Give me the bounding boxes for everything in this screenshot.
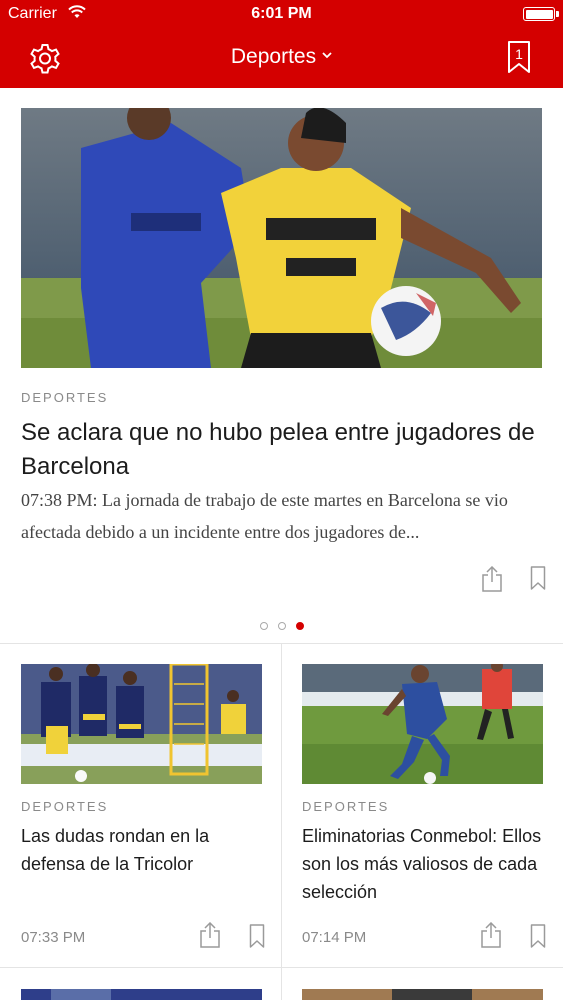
divider <box>0 967 563 968</box>
section-selector[interactable]: Deportes <box>0 45 563 69</box>
featured-image <box>21 108 542 368</box>
share-icon[interactable] <box>480 566 504 592</box>
article-image <box>21 664 262 784</box>
carousel-dot[interactable] <box>295 622 304 630</box>
battery-icon <box>523 7 559 21</box>
article-card[interactable]: DEPORTES Eliminatorias Conmebol: Ellos s… <box>282 644 563 967</box>
article-headline[interactable]: Se aclara que no hubo pelea entre jugado… <box>21 416 542 484</box>
article-time: 07:14 PM <box>302 929 367 946</box>
saved-count: 1 <box>515 46 523 62</box>
carousel-dot[interactable] <box>259 622 268 630</box>
carousel-page-indicator[interactable] <box>0 617 563 630</box>
article-category: DEPORTES <box>302 799 390 814</box>
article-image <box>302 664 543 784</box>
saved-articles-button[interactable]: 1 <box>507 40 531 74</box>
article-headline[interactable]: Eliminatorias Conmebol: Ellos son los má… <box>302 822 547 906</box>
share-icon[interactable] <box>480 922 502 948</box>
carousel-dot[interactable] <box>277 622 286 630</box>
chevron-down-icon <box>322 52 332 59</box>
article-image <box>302 988 543 1000</box>
article-category: DEPORTES <box>21 799 109 814</box>
article-category: DEPORTES <box>21 390 109 405</box>
section-title: Deportes <box>230 45 317 68</box>
article-time: 07:33 PM <box>21 929 86 946</box>
featured-article[interactable]: DEPORTES Se aclara que no hubo pelea ent… <box>0 88 563 643</box>
bookmark-icon[interactable] <box>249 924 265 948</box>
article-summary: 07:38 PM: La jornada de trabajo de este … <box>21 490 508 542</box>
article-card[interactable]: DEPORTES Las dudas rondan en la defensa … <box>0 644 281 967</box>
article-headline[interactable]: Las dudas rondan en la defensa de la Tri… <box>21 822 266 878</box>
status-bar: Carrier 6:01 PM <box>0 0 563 30</box>
clock: 6:01 PM <box>251 5 312 22</box>
bookmark-icon[interactable] <box>530 924 546 948</box>
navigation-bar: Deportes 1 <box>0 30 563 88</box>
bookmark-icon[interactable] <box>530 566 546 590</box>
share-icon[interactable] <box>199 922 221 948</box>
article-image <box>21 988 262 1000</box>
